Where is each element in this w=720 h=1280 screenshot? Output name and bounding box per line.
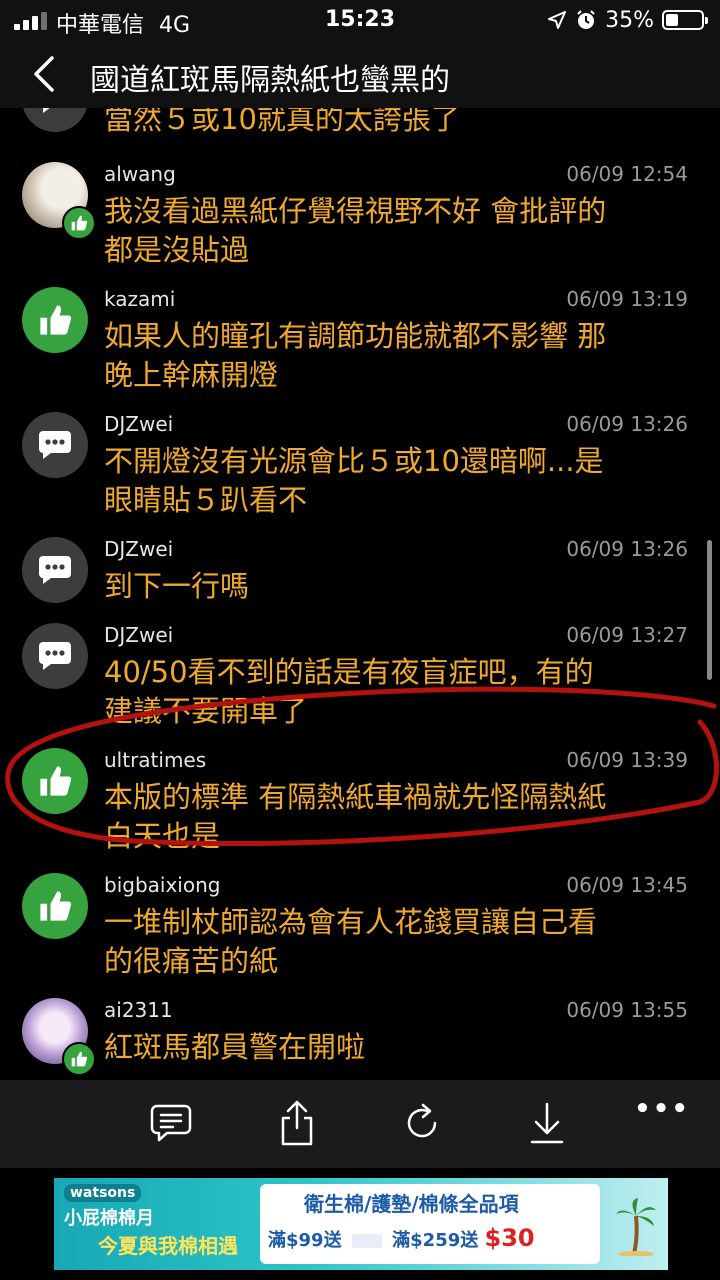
download-button[interactable] <box>522 1098 572 1148</box>
comment-list[interactable]: 當然５或10就真的太誇張了 alwang 06/09 12:54 我沒看過黑紙仔… <box>0 108 720 1080</box>
comment-avatar <box>22 748 88 814</box>
ad-headline: 衛生棉/護墊/棉條全品項 <box>304 1192 519 1216</box>
speech-bubble-icon <box>43 108 50 113</box>
location-icon <box>548 11 567 29</box>
more-options-button[interactable]: ••• <box>634 1094 690 1124</box>
battery-icon <box>662 10 708 30</box>
share-button[interactable] <box>272 1098 322 1148</box>
ad-tagline-2: 今夏與我棉相遇 <box>98 1234 238 1258</box>
ad-brand: watsons <box>64 1184 142 1202</box>
comment-username[interactable]: alwang <box>104 162 176 186</box>
comment-text: 當然５或10就真的太誇張了 <box>104 108 460 136</box>
comment-time: 06/09 13:45 <box>566 873 688 897</box>
status-bar: 中華電信 4G 15:23 35% <box>0 0 720 40</box>
thumbs-up-icon <box>71 215 88 231</box>
comment-username[interactable]: kazami <box>104 287 175 311</box>
like-badge <box>62 1042 96 1076</box>
speech-bubble-icon <box>39 556 71 584</box>
comment-time: 06/09 13:55 <box>566 998 688 1022</box>
comment-icon <box>150 1104 192 1142</box>
speech-bubble-icon <box>39 642 71 670</box>
status-right: 35% <box>547 7 708 33</box>
alarm-icon <box>577 10 595 29</box>
comment-time: 06/09 13:26 <box>566 412 688 436</box>
comment-username[interactable]: ai2311 <box>104 998 173 1022</box>
comment-time: 06/09 13:26 <box>566 537 688 561</box>
comment-avatar <box>22 287 88 353</box>
ad-offer-price: $30 <box>484 1224 535 1252</box>
comment-text: 40/50看不到的話是有夜盲症吧，有的 建議不要開車了 <box>104 655 594 728</box>
thumbs-up-icon <box>71 1051 88 1067</box>
download-icon <box>530 1102 564 1144</box>
comment-username[interactable]: bigbaixiong <box>104 873 220 897</box>
comment-username[interactable]: ultratimes <box>104 748 206 772</box>
comment-avatar <box>22 108 88 132</box>
comment-time: 06/09 13:39 <box>566 748 688 772</box>
comment-username[interactable]: DJZwei <box>104 412 173 436</box>
refresh-icon <box>407 1103 437 1138</box>
comment-text: 我沒看過黑紙仔覺得視野不好 會批評的 都是沒貼過 <box>104 194 607 267</box>
thumbs-up-icon <box>40 305 72 335</box>
ad-offer-a: 滿$99送 <box>268 1230 342 1251</box>
product-image <box>351 1234 382 1248</box>
comment-text: 不開燈沒有光源會比５或10還暗啊...是 眼睛貼５趴看不 <box>104 444 604 517</box>
comment-avatar <box>22 873 88 939</box>
comment-avatar <box>22 412 88 478</box>
scrollbar[interactable] <box>707 540 712 680</box>
ad-banner[interactable]: watsons 小屁棉棉月 今夏與我棉相遇 衛生棉/護墊/棉條全品項 滿$99送… <box>54 1178 668 1270</box>
comment-button[interactable] <box>146 1098 196 1148</box>
share-icon <box>281 1100 313 1146</box>
comment-username[interactable]: DJZwei <box>104 537 173 561</box>
comment-text: 如果人的瞳孔有調節功能就都不影響 那 晚上幹麻開燈 <box>104 319 607 392</box>
comment-time: 06/09 13:27 <box>566 623 688 647</box>
comment-time: 06/09 12:54 <box>566 162 688 186</box>
comment-time: 06/09 13:19 <box>566 287 688 311</box>
battery-percent: 35% <box>605 7 654 33</box>
ad-offer: 滿$99送 滿$259送 $30 <box>268 1224 535 1252</box>
comment-username[interactable]: DJZwei <box>104 623 173 647</box>
nav-header: 國道紅斑馬隔熱紙也蠻黑的 <box>0 40 720 108</box>
thumbs-up-icon <box>40 766 72 796</box>
ad-tagline: 小屁棉棉月 <box>64 1208 154 1229</box>
back-chevron-icon[interactable] <box>28 54 64 94</box>
ad-area: watsons 小屁棉棉月 今夏與我棉相遇 衛生棉/護墊/棉條全品項 滿$99送… <box>0 1168 720 1280</box>
comment-text: 一堆制杖師認為會有人花錢買讓自己看 的很痛苦的紙 <box>104 905 598 978</box>
palm-tree-icon <box>616 1198 656 1256</box>
comment-avatar <box>22 623 88 689</box>
page-title: 國道紅斑馬隔熱紙也蠻黑的 <box>90 63 450 98</box>
comment-avatar <box>22 537 88 603</box>
like-badge <box>62 206 96 240</box>
refresh-button[interactable] <box>397 1098 447 1148</box>
comment-text: 紅斑馬都員警在開啦 <box>104 1030 366 1064</box>
ad-offer-panel: 衛生棉/護墊/棉條全品項 滿$99送 滿$259送 $30 <box>260 1184 600 1264</box>
thumbs-up-icon <box>40 891 72 921</box>
speech-bubble-icon <box>39 431 71 459</box>
bottom-toolbar: ••• <box>0 1080 720 1168</box>
comment-text: 到下一行嗎 <box>104 569 250 603</box>
comment-text: 本版的標準 有隔熱紙車禍就先怪隔熱紙 白天也是 <box>104 780 607 853</box>
ad-offer-b: 滿$259送 <box>392 1230 479 1251</box>
